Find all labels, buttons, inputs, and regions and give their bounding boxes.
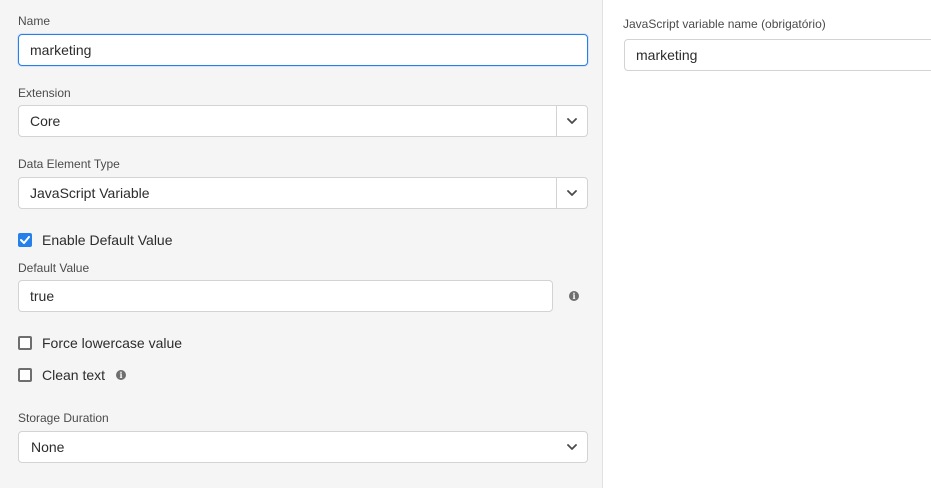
- extension-picker[interactable]: Core: [18, 105, 588, 137]
- default-value-input[interactable]: true: [18, 280, 553, 312]
- clean-text-checkbox[interactable]: [18, 368, 32, 382]
- chevron-down-icon: [566, 444, 577, 450]
- force-lowercase-label[interactable]: Force lowercase value: [42, 335, 182, 351]
- info-icon[interactable]: i: [116, 370, 126, 380]
- extension-settings-panel: JavaScript variable name (obrigatório) m…: [604, 0, 931, 488]
- extension-label: Extension: [18, 86, 71, 100]
- enable-default-value-label[interactable]: Enable Default Value: [42, 232, 173, 248]
- storage-duration-picker[interactable]: None: [18, 431, 588, 463]
- chevron-down-icon: [567, 118, 577, 124]
- chevron-down-icon: [567, 190, 577, 196]
- data-element-type-dropdown-button[interactable]: [556, 178, 587, 208]
- data-element-type-label: Data Element Type: [18, 157, 120, 171]
- force-lowercase-checkbox[interactable]: [18, 336, 32, 350]
- storage-duration-dropdown-button[interactable]: [556, 432, 587, 462]
- data-element-type-picker[interactable]: JavaScript Variable: [18, 177, 588, 209]
- data-element-form-panel: Name marketing Extension Core Data Eleme…: [0, 0, 603, 488]
- data-element-type-value: JavaScript Variable: [30, 185, 150, 201]
- extension-value: Core: [30, 113, 61, 129]
- storage-duration-label: Storage Duration: [18, 411, 109, 425]
- default-value-label: Default Value: [18, 261, 90, 275]
- clean-text-label[interactable]: Clean text: [42, 367, 105, 383]
- checkmark-icon: [20, 236, 30, 244]
- storage-duration-value: None: [31, 439, 65, 455]
- info-icon[interactable]: i: [569, 291, 579, 301]
- extension-dropdown-button[interactable]: [556, 106, 587, 136]
- javascript-variable-name-label: JavaScript variable name (obrigatório): [623, 17, 826, 31]
- name-label: Name: [18, 14, 51, 28]
- name-input[interactable]: marketing: [18, 34, 588, 66]
- javascript-variable-name-input[interactable]: marketing: [624, 39, 931, 71]
- enable-default-value-checkbox[interactable]: [18, 233, 32, 247]
